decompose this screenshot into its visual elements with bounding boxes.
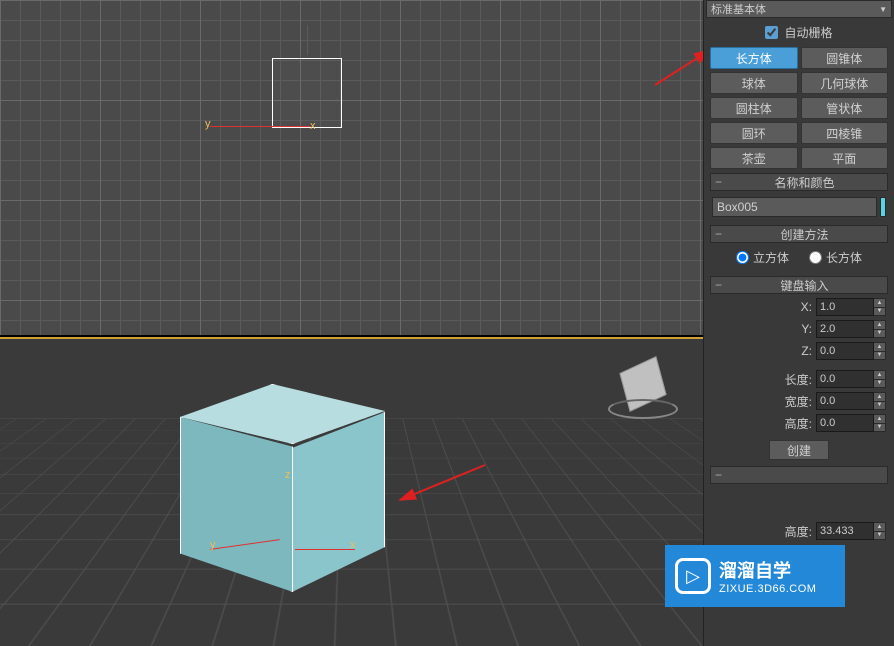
creation-cube-radio[interactable] [736,251,749,264]
height-spinner[interactable]: ▲▼ [816,414,886,432]
spinner-down-icon[interactable]: ▼ [874,532,885,540]
top-viewport[interactable]: x y [0,0,703,335]
wireframe-box[interactable] [272,58,342,128]
category-dropdown-label: 标准基本体 [711,1,766,17]
primitive-teapot-button[interactable]: 茶壶 [710,147,798,169]
length-input[interactable] [816,370,874,388]
spinner-up-icon[interactable]: ▲ [874,321,885,330]
x-input[interactable] [816,298,874,316]
play-icon: ▷ [675,558,711,594]
primitive-torus-button[interactable]: 圆环 [710,122,798,144]
creation-cuboid-radio[interactable] [809,251,822,264]
spinner-down-icon[interactable]: ▼ [874,308,885,316]
spinner-down-icon[interactable]: ▼ [874,402,885,410]
creation-cube-label: 立方体 [753,249,789,266]
rollout-title: 创建方法 [726,226,883,243]
autogrid-checkbox[interactable] [765,26,778,39]
width-spinner[interactable]: ▲▼ [816,392,886,410]
primitive-button-grid: 长方体 圆锥体 球体 几何球体 圆柱体 管状体 圆环 四棱锥 茶壶 平面 [704,47,894,169]
collapse-icon: − [715,468,722,482]
autogrid-label: 自动栅格 [784,24,832,41]
viewcube-ring[interactable] [608,399,678,419]
gizmo-z-label: z [285,469,291,481]
spinner-down-icon[interactable]: ▼ [874,380,885,388]
rollout-name-color[interactable]: − 名称和颜色 [710,173,888,191]
rollout-parameters[interactable]: − [710,466,888,484]
axis-y-line [307,25,308,55]
spinner-up-icon[interactable]: ▲ [874,523,885,532]
y-label: Y: [772,322,812,336]
cube-object[interactable]: z x y [180,384,385,594]
width-input[interactable] [816,392,874,410]
param-height-label: 高度: [772,523,812,540]
watermark-title: 溜溜自学 [719,557,816,583]
collapse-icon: − [715,227,722,241]
y-input[interactable] [816,320,874,338]
spinner-up-icon[interactable]: ▲ [874,393,885,402]
primitive-cone-button[interactable]: 圆锥体 [801,47,889,69]
z-label: Z: [772,344,812,358]
spinner-down-icon[interactable]: ▼ [874,424,885,432]
object-color-swatch[interactable] [880,197,886,217]
gizmo-x-label: x [350,539,356,551]
perspective-viewport[interactable]: z x y [0,337,703,646]
height-input[interactable] [816,414,874,432]
collapse-icon: − [715,175,722,189]
watermark: ▷ 溜溜自学 ZIXUE.3D66.COM [665,545,845,607]
chevron-down-icon: ▼ [879,5,887,14]
rollout-creation-method[interactable]: − 创建方法 [710,225,888,243]
create-button[interactable]: 创建 [769,440,829,460]
length-label: 长度: [772,371,812,388]
rollout-title: 键盘输入 [726,277,883,294]
x-spinner[interactable]: ▲▼ [816,298,886,316]
primitive-sphere-button[interactable]: 球体 [710,72,798,94]
collapse-icon: − [715,278,722,292]
viewport-grid-major [0,0,703,335]
rollout-keyboard-entry[interactable]: − 键盘输入 [710,276,888,294]
viewport-area: x y z x y [0,0,703,646]
rollout-title: 名称和颜色 [726,174,883,191]
x-label: X: [772,300,812,314]
y-spinner[interactable]: ▲▼ [816,320,886,338]
gizmo-x-line [295,549,355,550]
spinner-up-icon[interactable]: ▲ [874,299,885,308]
spinner-up-icon[interactable]: ▲ [874,415,885,424]
viewcube[interactable] [613,359,673,419]
width-label: 宽度: [772,393,812,410]
primitive-plane-button[interactable]: 平面 [801,147,889,169]
axis-y-label: y [205,118,211,130]
gizmo-y-label: y [210,539,216,551]
primitive-box-button[interactable]: 长方体 [710,47,798,69]
z-input[interactable] [816,342,874,360]
z-spinner[interactable]: ▲▼ [816,342,886,360]
axis-x-line [210,126,310,127]
primitive-pyramid-button[interactable]: 四棱锥 [801,122,889,144]
length-spinner[interactable]: ▲▼ [816,370,886,388]
primitive-tube-button[interactable]: 管状体 [801,97,889,119]
object-name-input[interactable] [712,197,877,217]
spinner-up-icon[interactable]: ▲ [874,371,885,380]
axis-x-label: x [310,120,316,132]
spinner-up-icon[interactable]: ▲ [874,343,885,352]
category-dropdown[interactable]: 标准基本体 ▼ [706,0,892,18]
primitive-geosphere-button[interactable]: 几何球体 [801,72,889,94]
param-height-spinner[interactable]: ▲▼ [816,522,886,540]
param-height-input[interactable] [816,522,874,540]
spinner-down-icon[interactable]: ▼ [874,352,885,360]
spinner-down-icon[interactable]: ▼ [874,330,885,338]
height-label: 高度: [772,415,812,432]
creation-cuboid-label: 长方体 [826,249,862,266]
cube-face-left [180,417,293,592]
watermark-url: ZIXUE.3D66.COM [719,583,816,595]
primitive-cylinder-button[interactable]: 圆柱体 [710,97,798,119]
